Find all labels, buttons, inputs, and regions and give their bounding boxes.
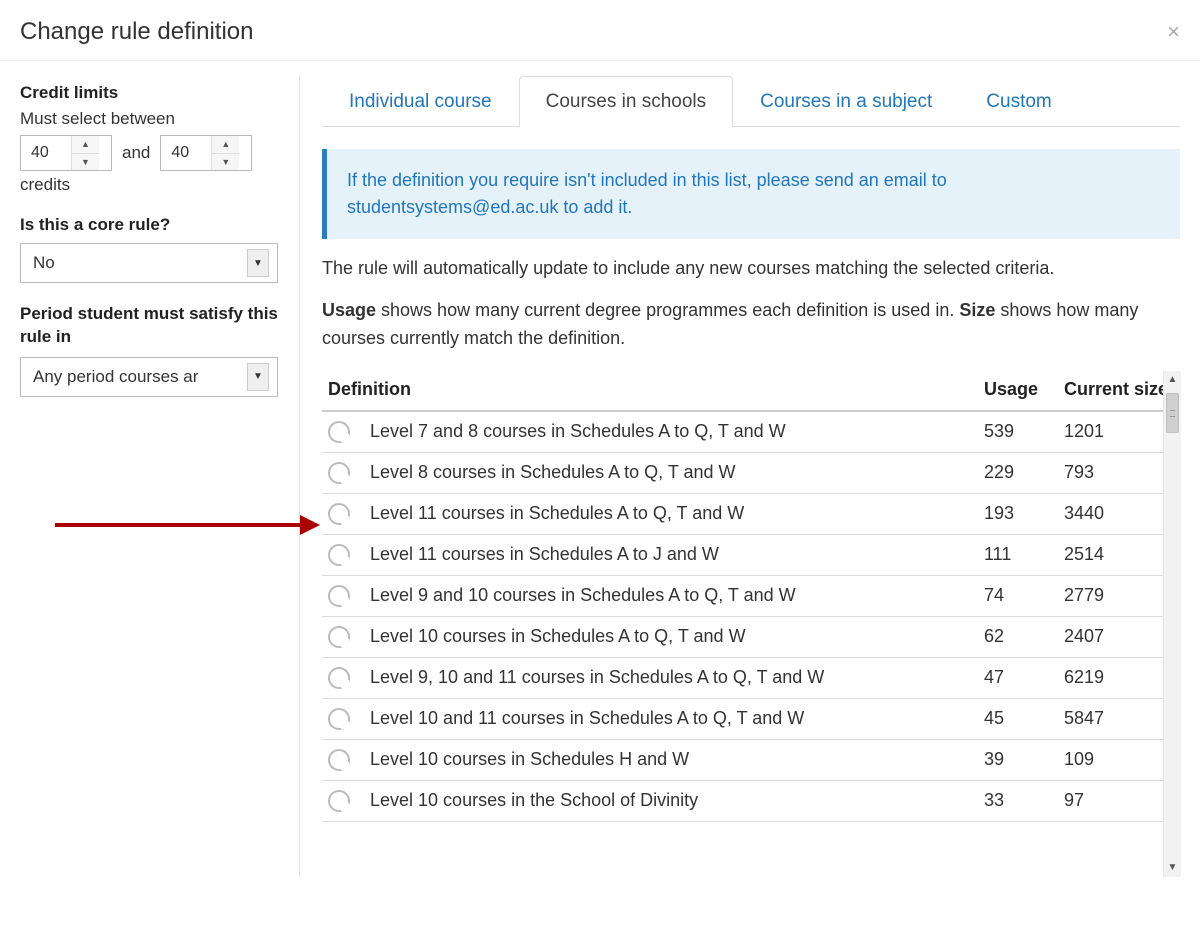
usage-cell: 111 xyxy=(984,544,1064,565)
table-row[interactable]: Level 10 courses in Schedules H and W391… xyxy=(322,740,1174,781)
size-cell: 2407 xyxy=(1064,626,1174,647)
size-cell: 1201 xyxy=(1064,421,1174,442)
table-row[interactable]: Level 7 and 8 courses in Schedules A to … xyxy=(322,412,1174,453)
core-rule-heading: Is this a core rule? xyxy=(20,215,281,235)
col-definition: Definition xyxy=(322,379,984,400)
chevron-down-icon: ▼ xyxy=(247,249,269,277)
size-cell: 6219 xyxy=(1064,667,1174,688)
table-row[interactable]: Level 10 and 11 courses in Schedules A t… xyxy=(322,699,1174,740)
must-select-label: Must select between xyxy=(20,109,281,129)
definition-cell: Level 7 and 8 courses in Schedules A to … xyxy=(364,421,984,442)
size-cell: 109 xyxy=(1064,749,1174,770)
definition-cell: Level 8 courses in Schedules A to Q, T a… xyxy=(364,462,984,483)
chevron-down-icon: ▼ xyxy=(247,363,269,391)
credits-label: credits xyxy=(20,175,281,195)
size-cell: 5847 xyxy=(1064,708,1174,729)
tab-courses-in-subject[interactable]: Courses in a subject xyxy=(733,76,959,127)
period-heading: Period student must satisfy this rule in xyxy=(20,303,281,349)
table-row[interactable]: Level 10 courses in the School of Divini… xyxy=(322,781,1174,822)
credits-min-stepper[interactable]: ▲ ▼ xyxy=(20,135,112,171)
radio-icon[interactable] xyxy=(328,667,350,689)
chevron-up-icon[interactable]: ▲ xyxy=(72,136,99,153)
definition-cell: Level 10 and 11 courses in Schedules A t… xyxy=(364,708,984,729)
radio-icon[interactable] xyxy=(328,421,350,443)
definition-cell: Level 11 courses in Schedules A to Q, T … xyxy=(364,503,984,524)
credits-max-input[interactable] xyxy=(161,136,211,170)
radio-icon[interactable] xyxy=(328,749,350,771)
definition-cell: Level 10 courses in Schedules H and W xyxy=(364,749,984,770)
definition-cell: Level 9, 10 and 11 courses in Schedules … xyxy=(364,667,984,688)
dialog-title: Change rule definition xyxy=(20,18,254,46)
table-row[interactable]: Level 9, 10 and 11 courses in Schedules … xyxy=(322,658,1174,699)
usage-cell: 62 xyxy=(984,626,1064,647)
radio-icon[interactable] xyxy=(328,503,350,525)
col-current-size: Current size xyxy=(1064,379,1174,400)
usage-cell: 39 xyxy=(984,749,1064,770)
table-row[interactable]: Level 11 courses in Schedules A to J and… xyxy=(322,535,1174,576)
definition-cell: Level 10 courses in the School of Divini… xyxy=(364,790,984,811)
credits-max-stepper[interactable]: ▲ ▼ xyxy=(160,135,252,171)
size-cell: 793 xyxy=(1064,462,1174,483)
core-rule-select[interactable]: No ▼ xyxy=(20,243,278,283)
period-value: Any period courses ar xyxy=(33,367,198,387)
radio-icon[interactable] xyxy=(328,708,350,730)
scroll-track[interactable] xyxy=(1164,389,1181,859)
tab-custom[interactable]: Custom xyxy=(959,76,1078,127)
period-select[interactable]: Any period courses ar ▼ xyxy=(20,357,278,397)
chevron-up-icon[interactable]: ▲ xyxy=(212,136,239,153)
usage-cell: 193 xyxy=(984,503,1064,524)
usage-cell: 45 xyxy=(984,708,1064,729)
table-row[interactable]: Level 11 courses in Schedules A to Q, T … xyxy=(322,494,1174,535)
scrollbar[interactable]: ▲ ▼ xyxy=(1163,371,1181,877)
dialog-header: Change rule definition × xyxy=(0,0,1200,61)
radio-icon[interactable] xyxy=(328,626,350,648)
definition-cell: Level 11 courses in Schedules A to J and… xyxy=(364,544,984,565)
radio-icon[interactable] xyxy=(328,790,350,812)
tab-bar: Individual course Courses in schools Cou… xyxy=(322,75,1180,127)
scroll-down-icon[interactable]: ▼ xyxy=(1164,859,1181,877)
credits-min-input[interactable] xyxy=(21,136,71,170)
definition-cell: Level 9 and 10 courses in Schedules A to… xyxy=(364,585,984,606)
and-label: and xyxy=(122,143,150,163)
change-rule-dialog: Change rule definition × Credit limits M… xyxy=(0,0,1200,943)
support-email-link[interactable]: studentsystems@ed.ac.uk xyxy=(347,197,558,217)
usage-cell: 74 xyxy=(984,585,1064,606)
tab-courses-in-schools[interactable]: Courses in schools xyxy=(519,76,734,127)
col-usage: Usage xyxy=(984,379,1064,400)
usage-cell: 47 xyxy=(984,667,1064,688)
description-auto-update: The rule will automatically update to in… xyxy=(322,255,1180,283)
sidebar: Credit limits Must select between ▲ ▼ an… xyxy=(20,75,300,877)
chevron-down-icon[interactable]: ▼ xyxy=(212,153,239,171)
usage-cell: 229 xyxy=(984,462,1064,483)
definition-table: Definition Usage Current size Level 7 an… xyxy=(322,367,1180,877)
radio-icon[interactable] xyxy=(328,544,350,566)
table-row[interactable]: Level 10 courses in Schedules A to Q, T … xyxy=(322,617,1174,658)
tab-individual-course[interactable]: Individual course xyxy=(322,76,519,127)
description-usage-size: Usage shows how many current degree prog… xyxy=(322,297,1180,353)
info-callout: If the definition you require isn't incl… xyxy=(322,149,1180,239)
radio-icon[interactable] xyxy=(328,585,350,607)
size-cell: 2514 xyxy=(1064,544,1174,565)
scroll-thumb[interactable] xyxy=(1166,393,1179,433)
table-header: Definition Usage Current size xyxy=(322,367,1174,412)
table-row[interactable]: Level 8 courses in Schedules A to Q, T a… xyxy=(322,453,1174,494)
close-icon[interactable]: × xyxy=(1167,21,1180,43)
main-panel: Individual course Courses in schools Cou… xyxy=(300,75,1180,877)
scroll-up-icon[interactable]: ▲ xyxy=(1164,371,1181,389)
usage-cell: 33 xyxy=(984,790,1064,811)
radio-icon[interactable] xyxy=(328,462,350,484)
size-cell: 97 xyxy=(1064,790,1174,811)
chevron-down-icon[interactable]: ▼ xyxy=(72,153,99,171)
usage-cell: 539 xyxy=(984,421,1064,442)
core-rule-value: No xyxy=(33,253,55,273)
credit-limits-heading: Credit limits xyxy=(20,83,281,103)
size-cell: 3440 xyxy=(1064,503,1174,524)
size-cell: 2779 xyxy=(1064,585,1174,606)
definition-cell: Level 10 courses in Schedules A to Q, T … xyxy=(364,626,984,647)
table-row[interactable]: Level 9 and 10 courses in Schedules A to… xyxy=(322,576,1174,617)
